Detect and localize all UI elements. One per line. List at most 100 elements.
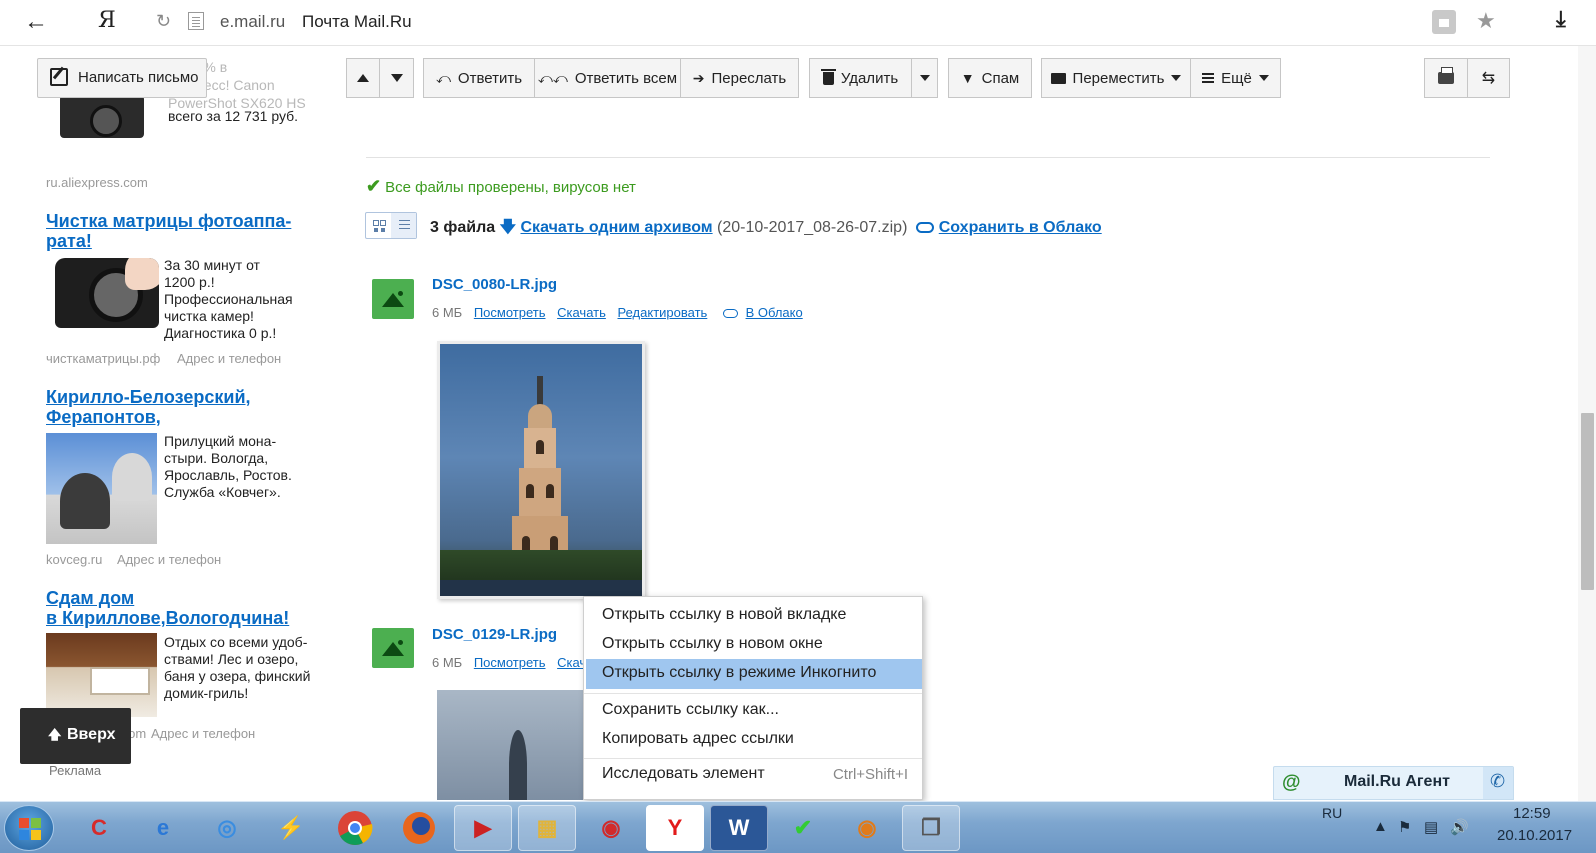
- reply-all-button[interactable]: ⤺⤺ Ответить всем: [534, 58, 681, 98]
- eye-app-icon[interactable]: ◉: [838, 805, 896, 851]
- file-name-link[interactable]: DSC_0129-LR.jpg: [432, 626, 557, 643]
- ad-domain[interactable]: ru.aliexpress.com: [46, 175, 148, 190]
- image-preview[interactable]: [437, 690, 587, 800]
- spam-button[interactable]: ▼ Спам: [948, 58, 1032, 98]
- image-preview[interactable]: [437, 341, 645, 599]
- download-icon[interactable]: ⤓: [1556, 6, 1566, 32]
- chrome-icon[interactable]: [326, 805, 384, 851]
- forward-button[interactable]: ➔ Переслать: [680, 58, 799, 98]
- prev-message-button[interactable]: [346, 58, 380, 98]
- ad-thumb-house[interactable]: [46, 633, 157, 717]
- agent-label: Mail.Ru Агент: [1344, 773, 1450, 790]
- file-size: 6 МБ: [432, 305, 463, 320]
- reply-button[interactable]: ⤺ Ответить: [423, 58, 535, 98]
- language-indicator[interactable]: RU: [1322, 805, 1342, 821]
- ad-thumb-camera[interactable]: [55, 258, 159, 328]
- ad-desc-line: чистка камер!: [164, 308, 254, 324]
- scroll-up-button[interactable]: 🡅 Вверх: [20, 708, 131, 764]
- file-name-link[interactable]: DSC_0080-LR.jpg: [432, 276, 557, 293]
- delete-button[interactable]: Удалить: [809, 58, 912, 98]
- edit-link[interactable]: Редактировать: [618, 305, 708, 320]
- menu-item-open-new-window[interactable]: Открыть ссылку в новом окне: [584, 630, 922, 660]
- file-explorer-icon[interactable]: ▦: [518, 805, 576, 851]
- delete-dropdown-button[interactable]: [911, 58, 938, 98]
- ad-title-line: рата!: [46, 231, 92, 251]
- spam-label: Спам: [981, 69, 1020, 87]
- yandex-browser-icon[interactable]: Y: [646, 805, 704, 851]
- scrollbar-thumb[interactable]: [1581, 413, 1594, 590]
- camera-app-icon[interactable]: ◉: [582, 805, 640, 851]
- agent-at-icon: @: [1282, 772, 1301, 793]
- next-message-button[interactable]: [379, 58, 414, 98]
- ad-title-link[interactable]: Сдам дом в Кириллове,Вологодчина!: [46, 588, 289, 628]
- firefox-icon[interactable]: [390, 805, 448, 851]
- start-button[interactable]: [4, 805, 54, 851]
- menu-item-open-new-tab[interactable]: Открыть ссылку в новой вкладке: [584, 601, 922, 631]
- view-link[interactable]: Посмотреть: [474, 305, 546, 320]
- virus-check-status: ✔ Все файлы проверены, вирусов нет: [366, 176, 636, 197]
- grid-view-icon[interactable]: [366, 213, 391, 238]
- to-cloud-link[interactable]: В Облако: [746, 305, 803, 320]
- volume-icon[interactable]: 🔊: [1450, 818, 1469, 836]
- network-icon[interactable]: ▤: [1424, 818, 1438, 836]
- ad-contact-link[interactable]: Адрес и телефон: [117, 552, 221, 567]
- page-title[interactable]: Почта Mail.Ru: [302, 12, 412, 32]
- ad-domain[interactable]: чисткаматрицы.рф: [46, 351, 160, 366]
- chevron-down-icon: [1258, 75, 1269, 81]
- yandex-logo-icon[interactable]: Я: [98, 8, 116, 33]
- phone-icon[interactable]: ✆: [1483, 767, 1513, 799]
- ad-thumb-domes[interactable]: [46, 433, 157, 544]
- winamp-icon[interactable]: ⚡: [262, 805, 320, 851]
- ad-desc-line: баня у озера, финский: [164, 668, 311, 684]
- back-arrow-icon[interactable]: ←: [24, 8, 48, 36]
- ad-title-link[interactable]: Чистка матрицы фотоаппа- рата!: [46, 211, 291, 251]
- chrome-logo: [338, 811, 373, 845]
- address-domain[interactable]: e.mail.ru: [220, 12, 285, 32]
- media-player-icon[interactable]: ▶: [454, 805, 512, 851]
- ad-contact-link[interactable]: Адрес и телефон: [177, 351, 281, 366]
- ad-camera-thumb[interactable]: [60, 95, 144, 138]
- clock-time[interactable]: 12:59: [1513, 805, 1551, 822]
- menu-item-inspect[interactable]: Исследовать элемент Ctrl+Shift+I: [584, 760, 922, 790]
- ad-desc-line: За 30 минут от: [164, 257, 260, 273]
- menu-item-copy-link[interactable]: Копировать адрес ссылки: [584, 725, 922, 755]
- browser-toolbar: ← Я ↻ e.mail.ru Почта Mail.Ru ★ ⤓: [0, 0, 1596, 46]
- ad-contact-link[interactable]: Адрес и телефон: [151, 726, 255, 741]
- reload-icon[interactable]: ↻: [156, 11, 171, 32]
- protect-icon[interactable]: [1432, 10, 1456, 34]
- ccleaner-icon[interactable]: C: [70, 805, 128, 851]
- chevron-up-icon[interactable]: ▲: [1373, 818, 1388, 835]
- cloud-icon: [722, 309, 738, 318]
- burner-app-icon[interactable]: ✔: [774, 805, 832, 851]
- view-link[interactable]: Посмотреть: [474, 655, 546, 670]
- attachments-view-toggle: [365, 212, 417, 239]
- move-button[interactable]: Переместить: [1041, 58, 1191, 98]
- ad-domain[interactable]: kovceg.ru: [46, 552, 102, 567]
- mailru-agent-bar[interactable]: @ Mail.Ru Агент ✆: [1273, 766, 1514, 800]
- flag-icon[interactable]: ⚑: [1398, 818, 1411, 836]
- more-button[interactable]: Ещё: [1190, 58, 1281, 98]
- save-to-cloud-link[interactable]: Сохранить в Облако: [939, 219, 1102, 236]
- window-switcher-icon[interactable]: ❐: [902, 805, 960, 851]
- download-link[interactable]: Скач: [557, 655, 586, 670]
- print-button[interactable]: [1424, 58, 1468, 98]
- translate-button[interactable]: ⇆: [1467, 58, 1510, 98]
- compose-pencil-icon: [50, 68, 68, 86]
- ad-title-line: в Кириллове,Вологодчина!: [46, 608, 290, 628]
- word-icon[interactable]: W: [710, 805, 768, 851]
- internet-explorer-icon[interactable]: e: [134, 805, 192, 851]
- menu-item-save-link-as[interactable]: Сохранить ссылку как...: [584, 696, 922, 726]
- ad-title-link[interactable]: Кирилло-Белозерский, Ферапонтов,: [46, 387, 251, 427]
- page-info-icon[interactable]: [188, 12, 204, 30]
- safari-icon[interactable]: ◎: [198, 805, 256, 851]
- bookmark-star-icon[interactable]: ★: [1476, 8, 1496, 34]
- list-view-icon[interactable]: [391, 213, 416, 238]
- printer-icon: [1438, 67, 1454, 84]
- menu-item-open-incognito[interactable]: Открыть ссылку в режиме Инкогнито: [586, 659, 922, 689]
- menu-separator: [584, 693, 922, 694]
- ad-description: Отдых со всеми удоб- ствами! Лес и озеро…: [164, 634, 310, 702]
- download-archive-link[interactable]: Скачать одним архивом: [521, 219, 713, 236]
- clock-date[interactable]: 20.10.2017: [1497, 827, 1572, 844]
- download-link[interactable]: Скачать: [557, 305, 606, 320]
- compose-button[interactable]: Написать письмо: [37, 58, 207, 98]
